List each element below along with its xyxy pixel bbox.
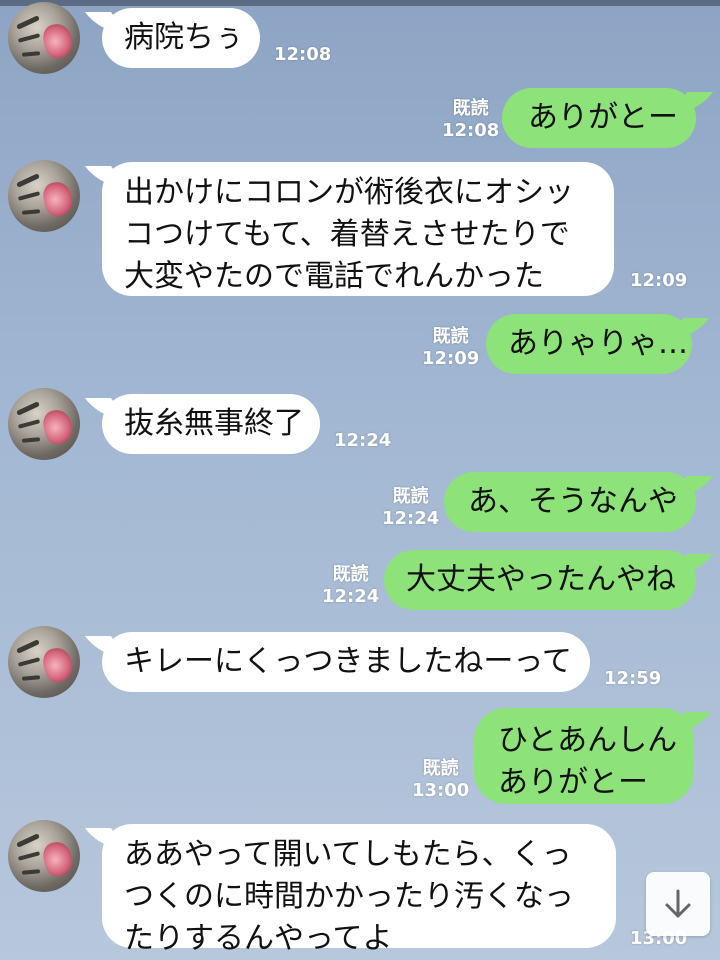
incoming-message-bubble[interactable]: 病院ちぅ bbox=[102, 8, 260, 68]
scroll-to-bottom-button[interactable] bbox=[646, 872, 710, 936]
message-timestamp: 12:24 bbox=[334, 430, 392, 451]
outgoing-message-bubble[interactable]: ひとあんしん ありがとー bbox=[474, 708, 694, 804]
outgoing-message-bubble[interactable]: あ、そうなんや bbox=[444, 472, 696, 532]
status-bar-edge bbox=[0, 0, 720, 6]
message-timestamp: 12:59 bbox=[604, 668, 662, 689]
incoming-message-bubble[interactable]: ああやって開いてしもたら、くっ つくのに時間かかったり汚くなっ たりするんやって… bbox=[102, 824, 616, 956]
outgoing-message-bubble[interactable]: ありゃりゃ… bbox=[486, 314, 692, 374]
read-receipt-timestamp: 既読 12:09 bbox=[422, 326, 480, 369]
sender-avatar[interactable] bbox=[8, 160, 80, 232]
sender-avatar[interactable] bbox=[8, 388, 80, 460]
read-receipt-timestamp: 既読 13:00 bbox=[412, 758, 470, 801]
incoming-message-bubble[interactable]: 抜糸無事終了 bbox=[102, 394, 320, 454]
sender-avatar[interactable] bbox=[8, 820, 80, 892]
message-timestamp: 12:09 bbox=[630, 270, 688, 291]
message-timestamp: 12:08 bbox=[274, 44, 332, 65]
incoming-message-bubble[interactable]: キレーにくっつきましたねーって bbox=[102, 632, 590, 692]
read-receipt-timestamp: 既読 12:08 bbox=[442, 98, 500, 141]
incoming-message-bubble[interactable]: 出かけにコロンが術後衣にオシッ コつけてもて、着替えさせたりで 大変やたので電話… bbox=[102, 162, 614, 296]
arrow-down-icon bbox=[665, 889, 691, 918]
sender-avatar[interactable] bbox=[8, 626, 80, 698]
sender-avatar[interactable] bbox=[8, 2, 80, 74]
read-receipt-timestamp: 既読 12:24 bbox=[382, 486, 440, 529]
read-receipt-timestamp: 既読 12:24 bbox=[322, 564, 380, 607]
outgoing-message-bubble[interactable]: 大丈夫やったんやね bbox=[384, 550, 696, 610]
outgoing-message-bubble[interactable]: ありがとー bbox=[502, 88, 696, 148]
